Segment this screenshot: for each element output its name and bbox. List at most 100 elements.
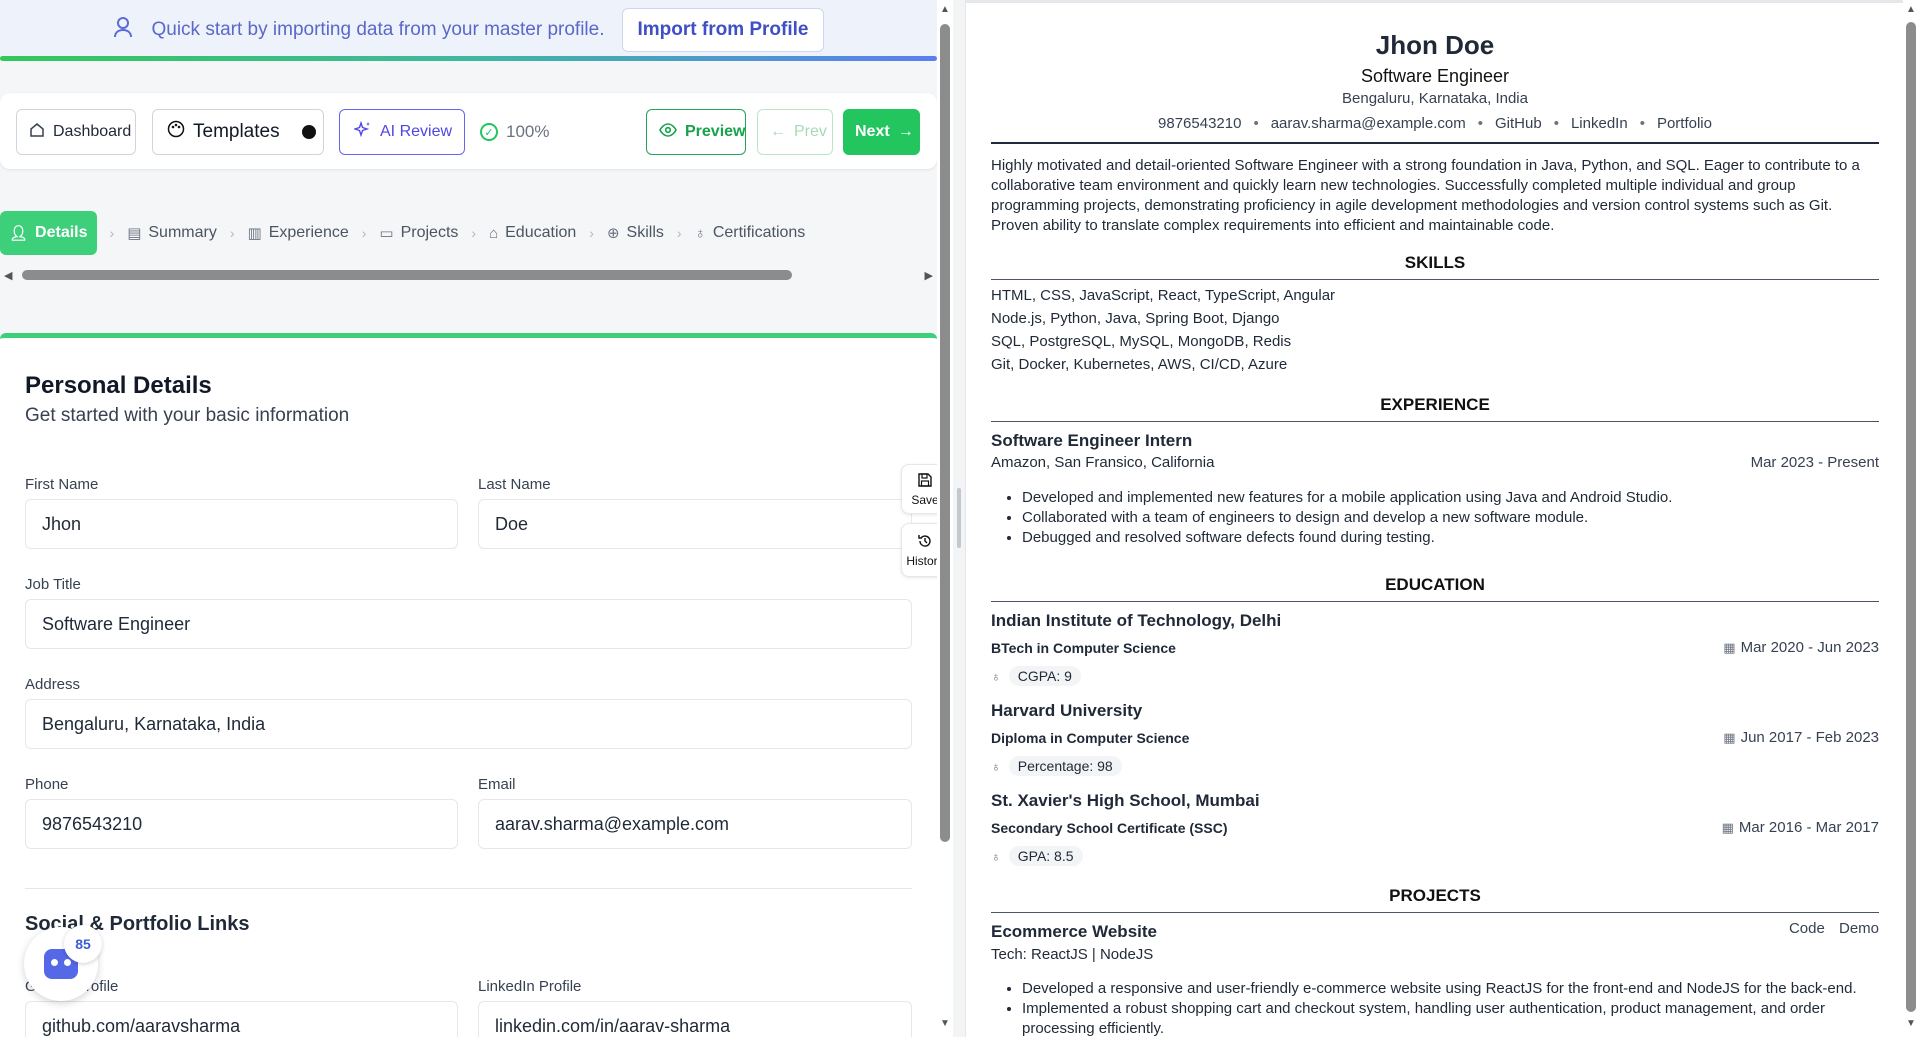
preview-label: Preview bbox=[685, 123, 746, 140]
skills-rule bbox=[991, 279, 1879, 280]
scrollbar-thumb[interactable] bbox=[940, 24, 950, 842]
next-button[interactable]: Next → bbox=[843, 109, 920, 155]
experience-heading: EXPERIENCE bbox=[1380, 395, 1490, 414]
section-divider bbox=[25, 888, 912, 889]
user-icon: 👤︎ bbox=[9, 225, 29, 242]
prev-button[interactable]: ← Prev bbox=[757, 109, 833, 155]
tab-projects[interactable]: ▭ Projects bbox=[379, 211, 458, 255]
scroll-left-icon[interactable]: ◀ bbox=[4, 269, 12, 282]
preview-vertical-scrollbar[interactable]: ▲ ▼ bbox=[1903, 0, 1919, 1037]
resize-grip[interactable] bbox=[957, 488, 961, 548]
import-from-profile-button[interactable]: Import from Profile bbox=[622, 8, 824, 52]
scroll-up-icon[interactable]: ▲ bbox=[1906, 4, 1916, 15]
eye-icon bbox=[659, 122, 677, 142]
projects-rule bbox=[991, 912, 1879, 913]
award-icon: ♁ bbox=[991, 758, 1001, 774]
resume-link-portfolio[interactable]: Portfolio bbox=[1657, 115, 1712, 132]
scrollbar-thumb[interactable] bbox=[1906, 22, 1916, 1012]
chevron-right-icon: › bbox=[109, 225, 115, 241]
grade-tag: CGPA: 9 bbox=[1008, 666, 1081, 686]
templates-button[interactable]: Templates bbox=[152, 109, 324, 155]
experience-company: Amazon, San Fransico, California bbox=[991, 454, 1215, 471]
projects-heading: PROJECTS bbox=[1389, 886, 1481, 905]
linkedin-field[interactable]: linkedin.com/in/aarav-sharma bbox=[478, 1001, 912, 1037]
skills-line: SQL, PostgreSQL, MySQL, MongoDB, Redis bbox=[991, 333, 1292, 350]
dashboard-button[interactable]: Dashboard bbox=[16, 109, 136, 155]
scroll-down-icon[interactable]: ▼ bbox=[1906, 1018, 1916, 1029]
chevron-right-icon: › bbox=[676, 225, 682, 241]
email-label: Email bbox=[478, 776, 516, 793]
graduation-cap-icon: ⌂ bbox=[489, 224, 499, 242]
bullet-separator: • bbox=[1639, 115, 1645, 132]
skills-heading: SKILLS bbox=[1404, 253, 1466, 272]
bullet-separator: • bbox=[1253, 115, 1259, 132]
project-demo-link[interactable]: Demo bbox=[1839, 920, 1879, 937]
preview-top-border bbox=[966, 0, 1903, 3]
skills-line: Git, Docker, Kubernetes, AWS, CI/CD, Azu… bbox=[991, 356, 1288, 373]
list-item: Developed a responsive and user-friendly… bbox=[1022, 979, 1879, 999]
resume-contact-line: 9876543210 • aarav.sharma@example.com • … bbox=[991, 115, 1879, 132]
scroll-up-icon[interactable]: ▲ bbox=[940, 4, 950, 15]
address-field[interactable]: Bengaluru, Karnataka, India bbox=[25, 699, 912, 749]
resume-role: Software Engineer bbox=[1360, 66, 1510, 86]
ai-review-button[interactable]: AI Review bbox=[339, 109, 465, 155]
email-field[interactable]: aarav.sharma@example.com bbox=[478, 799, 912, 849]
experience-bullets: Developed and implemented new features f… bbox=[991, 488, 1879, 548]
document-icon: ▤ bbox=[127, 225, 142, 242]
save-label: Save bbox=[911, 492, 937, 507]
completion-indicator: ✓ 100% bbox=[480, 109, 570, 155]
form-title: Personal Details bbox=[25, 372, 212, 399]
editor-vertical-scrollbar[interactable]: ▲ ▼ bbox=[937, 0, 953, 1037]
resume-email[interactable]: aarav.sharma@example.com bbox=[1271, 115, 1466, 132]
floppy-disk-icon bbox=[917, 472, 933, 491]
github-field[interactable]: github.com/aaravsharma bbox=[25, 1001, 458, 1037]
tab-education[interactable]: ⌂ Education bbox=[489, 211, 576, 255]
project-bullets: Developed a responsive and user-friendly… bbox=[991, 979, 1879, 1037]
scrollbar-thumb[interactable] bbox=[22, 270, 792, 280]
pane-resize-handle[interactable] bbox=[953, 0, 965, 1037]
prev-label: Prev bbox=[794, 123, 827, 140]
banner-text: Quick start by importing data from your … bbox=[151, 19, 605, 40]
phone-field[interactable]: 9876543210 bbox=[25, 799, 458, 849]
tab-experience[interactable]: ▥ Experience bbox=[248, 211, 349, 255]
chevron-right-icon: › bbox=[229, 225, 235, 241]
score-badge: 85 bbox=[64, 925, 102, 963]
education-dates-row: ▦ Jun 2017 - Feb 2023 bbox=[1723, 729, 1879, 746]
sparkles-icon bbox=[352, 120, 372, 144]
arrow-right-icon: → bbox=[897, 123, 914, 140]
job-title-field[interactable]: Software Engineer bbox=[25, 599, 912, 649]
last-name-label: Last Name bbox=[478, 476, 551, 493]
save-button[interactable]: Save bbox=[901, 464, 937, 514]
tab-certifications[interactable]: ♁ Certifications bbox=[695, 211, 806, 255]
toolbar: Dashboard Templates AI Review ✓ 100% Pre… bbox=[0, 93, 937, 169]
project-code-link[interactable]: Code bbox=[1789, 920, 1825, 937]
tab-projects-label: Projects bbox=[400, 224, 459, 241]
resume-link-github[interactable]: GitHub bbox=[1495, 115, 1542, 132]
resume-link-linkedin[interactable]: LinkedIn bbox=[1571, 115, 1628, 132]
tab-summary[interactable]: ▤ Summary bbox=[127, 211, 217, 255]
tab-details[interactable]: 👤︎ Details bbox=[0, 211, 97, 255]
steps-horizontal-scrollbar[interactable]: ◀ ▶ bbox=[0, 268, 937, 282]
tab-details-label: Details bbox=[35, 224, 88, 241]
app-root: Quick start by importing data from your … bbox=[0, 0, 1919, 1037]
first-name-field[interactable]: Jhon bbox=[25, 499, 458, 549]
calendar-icon: ▦ bbox=[1721, 820, 1734, 835]
arrow-left-icon: ← bbox=[770, 123, 786, 140]
scroll-right-icon[interactable]: ▶ bbox=[925, 269, 933, 282]
education-grade: ♁ CGPA: 9 bbox=[991, 666, 1081, 686]
education-degree: Secondary School Certificate (SSC) bbox=[991, 820, 1228, 836]
project-links: Code Demo bbox=[1789, 920, 1879, 937]
list-item: Developed and implemented new features f… bbox=[1022, 488, 1879, 508]
preview-button[interactable]: Preview bbox=[646, 109, 746, 155]
header-rule bbox=[991, 142, 1879, 144]
project-tech: Tech: ReactJS | NodeJS bbox=[991, 946, 1154, 963]
tab-skills[interactable]: ⊕ Skills bbox=[607, 211, 664, 255]
history-button[interactable]: History bbox=[901, 523, 937, 577]
education-degree: Diploma in Computer Science bbox=[991, 730, 1190, 746]
education-grade: ♁ Percentage: 98 bbox=[991, 756, 1122, 776]
scroll-down-icon[interactable]: ▼ bbox=[940, 1018, 950, 1029]
check-circle-icon: ✓ bbox=[480, 123, 498, 141]
last-name-field[interactable]: Doe bbox=[478, 499, 912, 549]
education-dates-row: ▦ Mar 2020 - Jun 2023 bbox=[1723, 639, 1879, 656]
tab-certifications-label: Certifications bbox=[712, 224, 806, 241]
